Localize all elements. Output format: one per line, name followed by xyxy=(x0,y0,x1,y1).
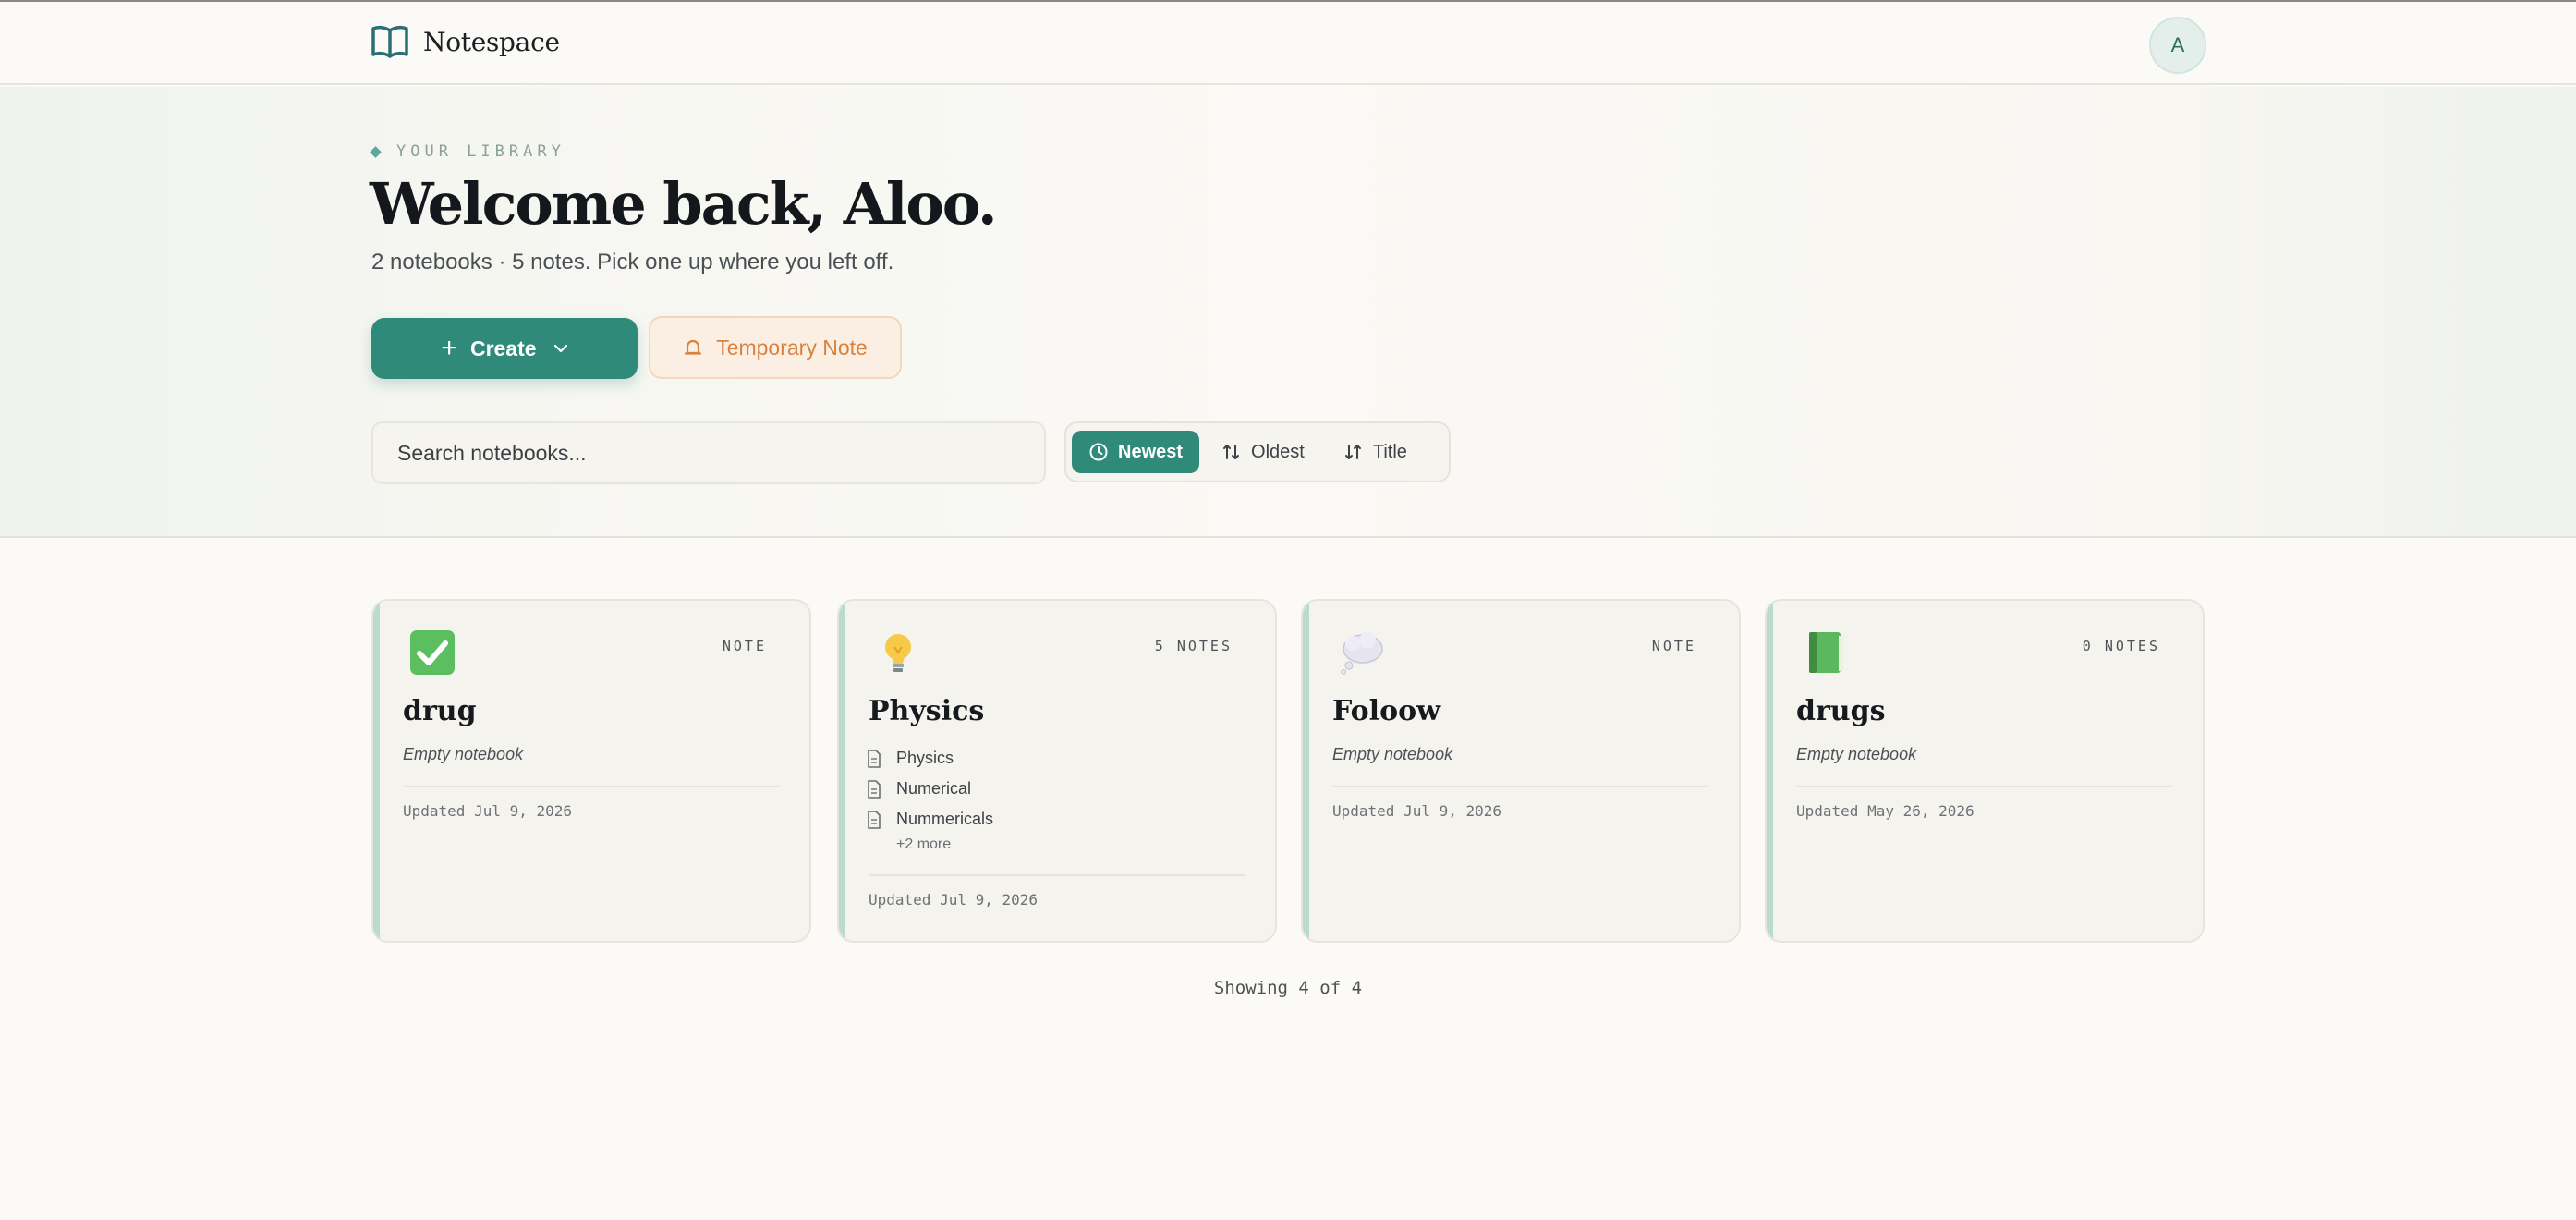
notebook-title: drug xyxy=(403,695,477,727)
sort-desc-icon xyxy=(1344,445,1361,459)
updated-date: Updated May 26, 2026 xyxy=(1796,802,1975,820)
eyebrow-label: YOUR LIBRARY xyxy=(396,142,565,161)
hourglass-icon xyxy=(685,339,702,355)
sort-title-button[interactable]: Title xyxy=(1327,431,1424,473)
note-count-badge: 5 NOTES xyxy=(1154,638,1233,654)
green-book-icon xyxy=(1809,632,1843,673)
check-mark-icon xyxy=(410,630,455,675)
card-divider xyxy=(1796,786,2173,787)
document-icon xyxy=(868,810,881,829)
sort-title-label: Title xyxy=(1372,441,1407,462)
temporary-note-label: Temporary Note xyxy=(716,335,868,360)
sort-toggle-group: Newest Oldest Title xyxy=(1064,421,1451,482)
notebook-title: drugs xyxy=(1796,695,1886,727)
card-divider xyxy=(1332,786,1709,787)
page-subtitle: 2 notebooks · 5 notes. Pick one up where… xyxy=(371,250,894,274)
thought-bubble-icon xyxy=(1341,632,1383,675)
notebook-title: Foloow xyxy=(1332,695,1440,727)
open-book-icon xyxy=(371,25,408,58)
note-list-item[interactable]: Numerical xyxy=(867,774,993,804)
note-list-item[interactable]: Nummericals xyxy=(867,804,993,835)
empty-notebook-text: Empty notebook xyxy=(1332,745,1453,763)
notebook-card[interactable]: NOTE drug Empty notebook Updated Jul 9, … xyxy=(371,599,811,943)
updated-date: Updated Jul 9, 2026 xyxy=(869,891,1039,909)
create-label: Create xyxy=(469,336,537,360)
plus-icon: + xyxy=(441,333,457,363)
notebook-card[interactable]: NOTE Foloow Empty notebook Updated Jul 9… xyxy=(1301,599,1741,943)
document-icon xyxy=(868,749,881,768)
temporary-note-button[interactable]: Temporary Note xyxy=(649,316,902,379)
note-list-item[interactable]: Physics xyxy=(867,743,993,774)
note-count-badge: NOTE xyxy=(722,638,767,654)
library-hero: YOUR LIBRARY Welcome back, Aloo. 2 noteb… xyxy=(0,87,2576,538)
sort-newest-button[interactable]: Newest xyxy=(1072,431,1200,473)
notebook-card[interactable]: 5 NOTES Physics Physics Numerical Nummer… xyxy=(837,599,1277,943)
notebook-title: Physics xyxy=(869,695,985,727)
note-count-badge: 0 NOTES xyxy=(2082,638,2160,654)
document-icon xyxy=(868,779,881,799)
empty-notebook-text: Empty notebook xyxy=(1796,745,1917,763)
results-count: Showing 4 of 4 xyxy=(1213,978,1363,998)
note-title: Numerical xyxy=(896,779,972,798)
updated-date: Updated Jul 9, 2026 xyxy=(1332,802,1502,820)
card-divider xyxy=(403,786,780,787)
clock-icon xyxy=(1089,443,1108,461)
empty-notebook-text: Empty notebook xyxy=(403,745,524,763)
section-eyebrow: YOUR LIBRARY xyxy=(370,142,565,161)
card-divider xyxy=(869,874,1245,876)
chevron-down-icon xyxy=(553,344,567,353)
notebook-card[interactable]: 0 NOTES drugs Empty notebook Updated May… xyxy=(1765,599,2205,943)
more-notes-link[interactable]: +2 more xyxy=(896,836,993,853)
updated-date: Updated Jul 9, 2026 xyxy=(403,802,573,820)
note-list: Physics Numerical Nummericals +2 more xyxy=(867,743,993,853)
search-input[interactable]: Search notebooks... xyxy=(371,421,1046,484)
page-title: Welcome back, Aloo. xyxy=(370,170,998,238)
sort-oldest-label: Oldest xyxy=(1251,441,1305,462)
app-name: Notespace xyxy=(423,26,560,57)
note-title: Physics xyxy=(896,749,954,767)
sort-oldest-button[interactable]: Oldest xyxy=(1205,431,1321,473)
user-avatar[interactable]: A xyxy=(2149,17,2206,74)
note-count-badge: NOTE xyxy=(1651,638,1696,654)
sort-asc-icon xyxy=(1223,445,1240,459)
diamond-icon xyxy=(370,145,382,158)
brand[interactable]: Notespace xyxy=(370,22,560,61)
create-button[interactable]: + Create xyxy=(371,318,638,379)
sort-newest-label: Newest xyxy=(1118,441,1184,462)
light-bulb-icon xyxy=(885,634,911,672)
app-header: Notespace A xyxy=(0,2,2576,85)
note-title: Nummericals xyxy=(896,810,994,828)
